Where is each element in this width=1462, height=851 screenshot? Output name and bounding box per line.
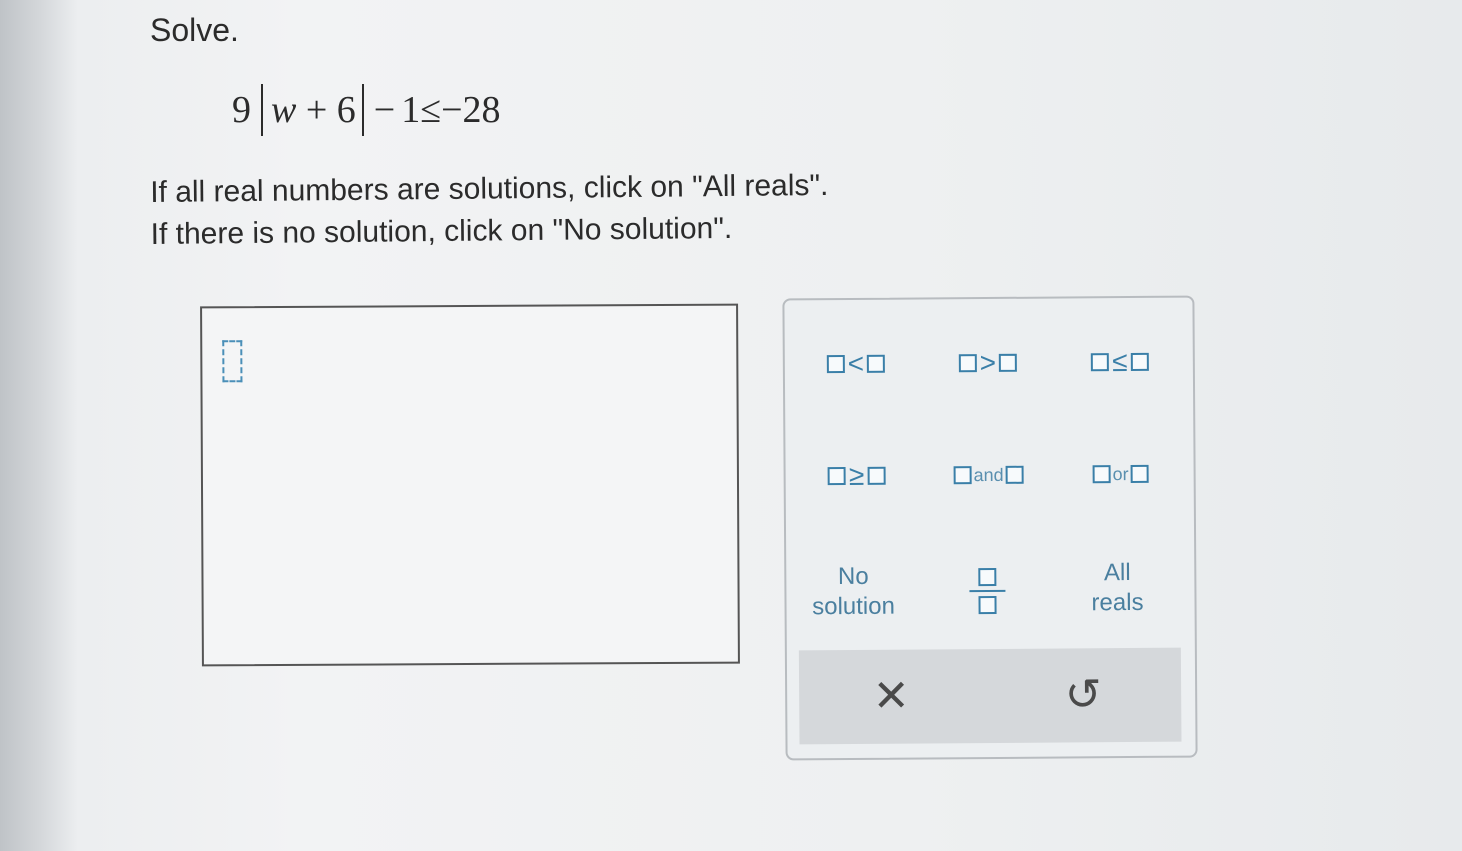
less-than-symbol: < [847, 347, 865, 379]
undo-icon: ↺ [1064, 669, 1102, 719]
placeholder-square-icon [1092, 465, 1111, 484]
greater-equal-symbol: ≥ [848, 459, 865, 491]
equation-coefficient: 9 [232, 89, 251, 131]
less-equal-button[interactable]: ≤ [1065, 332, 1175, 393]
undo-button[interactable]: ↺ [1043, 662, 1123, 727]
placeholder-square-icon [827, 467, 847, 486]
and-button[interactable]: and [933, 445, 1043, 506]
numerator-square-icon [978, 567, 997, 587]
placeholder-square-icon [867, 466, 886, 485]
greater-than-symbol: > [979, 346, 997, 379]
placeholder-square-icon [1005, 465, 1024, 484]
less-than-button[interactable]: < [801, 334, 911, 395]
or-button[interactable]: or [1065, 444, 1175, 505]
no-solution-label-line1: No [837, 562, 869, 591]
no-solution-button[interactable]: No solution [798, 556, 908, 629]
placeholder-square-icon [998, 353, 1018, 372]
math-keypad: < > ≤ ≥ and or No solution All reals ✕ ↺ [782, 295, 1198, 761]
prompt-text: Solve. [150, 12, 239, 48]
greater-than-button[interactable]: > [933, 333, 1043, 394]
absolute-value: w + 6 [261, 84, 364, 136]
equation-rhs: −28 [441, 89, 501, 131]
answer-input-area[interactable] [200, 303, 740, 667]
close-icon: ✕ [872, 671, 910, 721]
placeholder-square-icon [953, 466, 972, 485]
denominator-square-icon [978, 595, 997, 615]
instructions: If all real numbers are solutions, click… [150, 165, 829, 256]
instruction-all-reals: If all real numbers are solutions, click… [150, 168, 829, 209]
equation-subtrahend: 1 [401, 89, 421, 131]
input-cursor-placeholder[interactable] [222, 340, 243, 383]
all-reals-label-line1: All [1103, 559, 1131, 587]
placeholder-square-icon [866, 354, 886, 373]
fraction-button[interactable] [932, 553, 1043, 630]
instruction-no-solution: If there is no solution, click on "No so… [150, 211, 733, 251]
greater-equal-button[interactable]: ≥ [801, 446, 911, 507]
all-reals-label-line2: reals [1091, 588, 1144, 617]
less-equal-symbol: ≤ [1112, 346, 1128, 378]
all-reals-button[interactable]: All reals [1062, 552, 1173, 625]
screen: Solve. 9 w + 6 − 1 ≤ −28 If all real num… [0, 0, 1462, 851]
and-label: and [973, 464, 1004, 485]
or-label: or [1112, 463, 1129, 484]
equation-constant: 6 [336, 89, 356, 131]
clear-button[interactable]: ✕ [851, 663, 931, 728]
placeholder-square-icon [1130, 352, 1149, 372]
placeholder-square-icon [1130, 464, 1149, 484]
placeholder-square-icon [1091, 353, 1110, 372]
inequality-expression: 9 w + 6 − 1 ≤ −28 [232, 84, 501, 136]
equation-relation: ≤ [420, 89, 442, 131]
equation-minus: − [373, 89, 396, 131]
equation-variable: w [271, 89, 297, 131]
no-solution-label-line2: solution [812, 592, 895, 621]
placeholder-square-icon [958, 354, 977, 373]
fraction-bar [969, 589, 1006, 593]
keypad-toolbar: ✕ ↺ [798, 647, 1182, 745]
placeholder-square-icon [826, 355, 845, 374]
equation-plus: + [305, 89, 328, 131]
